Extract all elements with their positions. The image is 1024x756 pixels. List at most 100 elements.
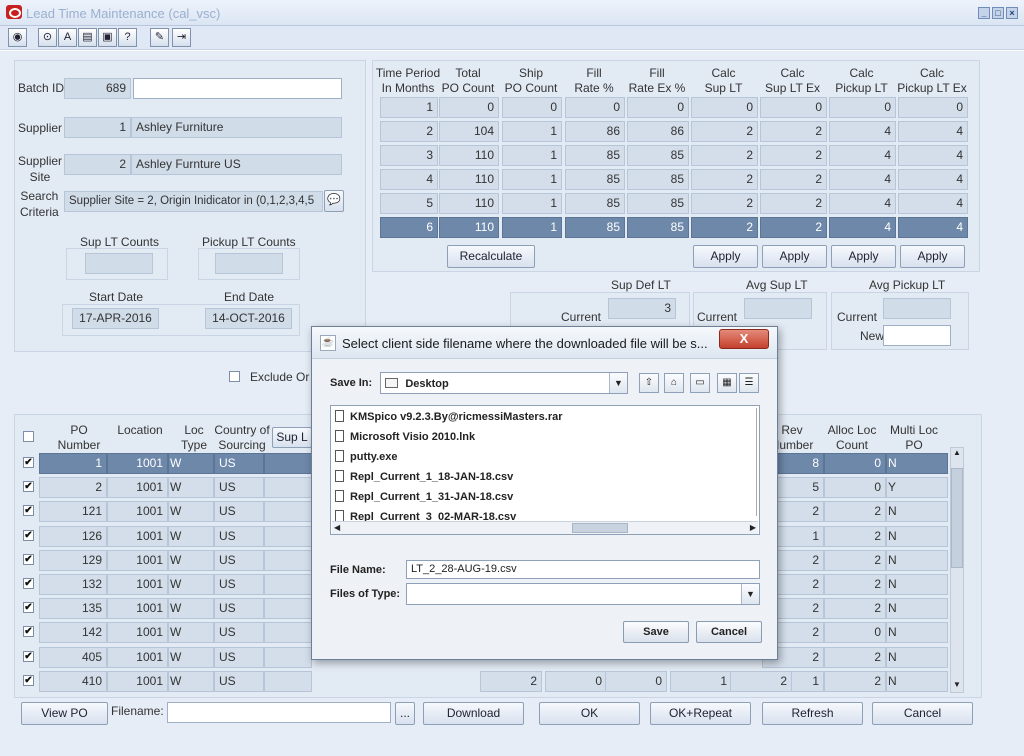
chevron-down-icon[interactable]: ▼ bbox=[741, 584, 759, 604]
period-table-cell[interactable]: 4 bbox=[898, 169, 968, 190]
period-table-cell[interactable]: 86 bbox=[627, 121, 689, 142]
avg-pickup-lt-new-input[interactable] bbox=[883, 325, 951, 346]
period-table-cell[interactable]: 2 bbox=[691, 169, 758, 190]
loc-type-cell[interactable]: W bbox=[168, 622, 214, 644]
save-in-select[interactable]: Desktop ▼ bbox=[380, 372, 628, 394]
browse-button[interactable]: ... bbox=[395, 702, 415, 725]
new-folder-icon[interactable]: ▭ bbox=[690, 373, 710, 393]
download-button[interactable]: Download bbox=[423, 702, 524, 725]
loc-type-cell[interactable]: W bbox=[168, 574, 214, 595]
period-table-cell[interactable]: 104 bbox=[439, 121, 499, 142]
country-cell[interactable]: US bbox=[214, 670, 264, 692]
view-po-button[interactable]: View PO bbox=[21, 702, 108, 725]
spellcheck-icon[interactable]: A bbox=[58, 28, 77, 47]
location-cell[interactable]: 1001 bbox=[107, 622, 168, 644]
file-list-item[interactable]: Microsoft Visio 2010.lnk bbox=[335, 430, 475, 443]
po-number-cell[interactable]: 142 bbox=[39, 622, 107, 644]
multi-loc-po-cell[interactable]: N bbox=[886, 549, 948, 571]
multi-loc-po-cell[interactable]: N bbox=[886, 670, 948, 692]
period-table-cell[interactable]: 85 bbox=[627, 169, 689, 190]
export-icon[interactable]: ⇥ bbox=[172, 28, 191, 47]
row-checkbox[interactable]: ✔ bbox=[23, 602, 34, 614]
alloc-loc-count-cell[interactable]: 2 bbox=[824, 501, 886, 523]
country-cell[interactable]: US bbox=[214, 453, 264, 474]
globe-icon[interactable]: ◉ bbox=[8, 28, 27, 47]
multi-loc-po-cell[interactable]: N bbox=[886, 501, 948, 523]
multi-loc-po-cell[interactable]: Y bbox=[886, 477, 948, 499]
horizontal-scroll-thumb[interactable] bbox=[572, 523, 628, 533]
period-table-cell[interactable]: 4 bbox=[829, 193, 896, 214]
po-number-cell[interactable]: 405 bbox=[39, 646, 107, 668]
row-checkbox[interactable]: ✔ bbox=[23, 529, 34, 541]
country-cell[interactable]: US bbox=[214, 501, 264, 523]
location-cell[interactable]: 1001 bbox=[107, 670, 168, 692]
period-table-cell[interactable]: 2 bbox=[760, 121, 827, 142]
po-number-cell[interactable]: 135 bbox=[39, 598, 107, 620]
country-cell[interactable]: US bbox=[214, 525, 264, 547]
loc-type-cell[interactable]: W bbox=[168, 501, 214, 523]
period-table-cell[interactable]: 6 bbox=[380, 217, 438, 238]
location-cell[interactable]: 1001 bbox=[107, 501, 168, 523]
period-table-cell[interactable]: 85 bbox=[565, 193, 625, 214]
up-folder-icon[interactable]: ⇧ bbox=[639, 373, 659, 393]
period-table-cell[interactable]: 2 bbox=[760, 145, 827, 166]
search-criteria-edit-button[interactable]: 💬 bbox=[324, 190, 344, 212]
row-checkbox[interactable]: ✔ bbox=[23, 553, 34, 565]
sup-lt-cell[interactable] bbox=[264, 670, 312, 692]
po-hidden-column-cell[interactable]: 2 bbox=[730, 670, 792, 692]
details-view-icon[interactable]: ☰ bbox=[739, 373, 759, 393]
period-table-cell[interactable]: 3 bbox=[380, 145, 438, 166]
period-table-cell[interactable]: 4 bbox=[829, 169, 896, 190]
alloc-loc-count-cell[interactable]: 2 bbox=[824, 670, 886, 692]
po-hidden-column-cell[interactable]: 0 bbox=[545, 670, 607, 692]
period-table-cell[interactable]: 4 bbox=[829, 217, 896, 238]
period-table-cell[interactable]: 1 bbox=[502, 145, 562, 166]
period-table-cell[interactable]: 2 bbox=[691, 121, 758, 142]
period-table-cell[interactable]: 86 bbox=[565, 121, 625, 142]
file-list-item[interactable]: Repl_Current_1_18-JAN-18.csv bbox=[335, 470, 513, 483]
period-table-cell[interactable]: 0 bbox=[565, 97, 625, 118]
chevron-down-icon[interactable]: ▼ bbox=[609, 373, 627, 393]
period-table-cell[interactable]: 85 bbox=[627, 217, 689, 238]
apply-sup-lt-ex-button[interactable]: Apply bbox=[762, 245, 827, 268]
period-table-cell[interactable]: 110 bbox=[439, 169, 499, 190]
location-cell[interactable]: 1001 bbox=[107, 477, 168, 499]
period-table-cell[interactable]: 85 bbox=[565, 169, 625, 190]
sup-lt-cell[interactable] bbox=[264, 598, 312, 620]
po-number-cell[interactable]: 121 bbox=[39, 501, 107, 523]
file-list-item[interactable]: putty.exe bbox=[335, 450, 397, 463]
sup-lt-cell[interactable] bbox=[264, 622, 312, 644]
loc-type-cell[interactable]: W bbox=[168, 477, 214, 499]
period-table-cell[interactable]: 1 bbox=[502, 193, 562, 214]
file-name-input[interactable]: LT_2_28-AUG-19.csv bbox=[406, 560, 760, 579]
loc-type-cell[interactable]: W bbox=[168, 598, 214, 620]
period-table-cell[interactable]: 2 bbox=[380, 121, 438, 142]
loc-type-cell[interactable]: W bbox=[168, 525, 214, 547]
refresh-button[interactable]: Refresh bbox=[762, 702, 863, 725]
country-cell[interactable]: US bbox=[214, 549, 264, 571]
period-table-cell[interactable]: 4 bbox=[829, 145, 896, 166]
file-list-item[interactable]: KMSpico v9.2.3.By@ricmessiMasters.rar bbox=[335, 410, 563, 423]
dialog-cancel-button[interactable]: Cancel bbox=[696, 621, 762, 643]
period-table-cell[interactable]: 85 bbox=[627, 193, 689, 214]
po-number-cell[interactable]: 129 bbox=[39, 549, 107, 571]
period-table-cell[interactable]: 110 bbox=[439, 145, 499, 166]
file-list-scrollbar[interactable]: ◀ ▶ bbox=[332, 521, 758, 534]
period-table-cell[interactable]: 4 bbox=[380, 169, 438, 190]
period-table-cell[interactable]: 0 bbox=[760, 97, 827, 118]
recalculate-button[interactable]: Recalculate bbox=[447, 245, 535, 268]
po-number-cell[interactable]: 126 bbox=[39, 525, 107, 547]
multi-loc-po-cell[interactable]: N bbox=[886, 453, 948, 474]
file-type-select[interactable]: ▼ bbox=[406, 583, 760, 605]
multi-loc-po-cell[interactable]: N bbox=[886, 574, 948, 595]
maximize-icon[interactable]: □ bbox=[992, 7, 1004, 19]
period-table-cell[interactable]: 0 bbox=[502, 97, 562, 118]
country-cell[interactable]: US bbox=[214, 622, 264, 644]
period-table-cell[interactable]: 4 bbox=[898, 145, 968, 166]
location-cell[interactable]: 1001 bbox=[107, 453, 168, 474]
ok-button[interactable]: OK bbox=[539, 702, 640, 725]
copy-icon[interactable]: ▤ bbox=[78, 28, 97, 47]
period-table-cell[interactable]: 85 bbox=[627, 145, 689, 166]
multi-loc-po-cell[interactable]: N bbox=[886, 622, 948, 644]
loc-type-cell[interactable]: W bbox=[168, 453, 214, 474]
